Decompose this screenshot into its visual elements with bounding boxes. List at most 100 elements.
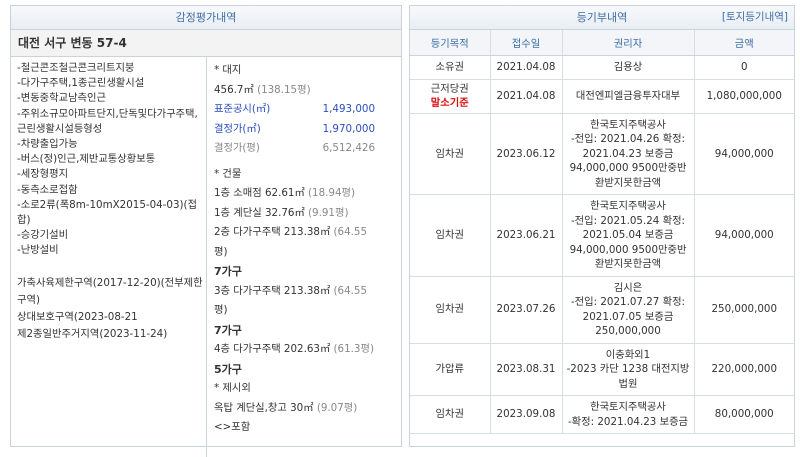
zoning-list: 가축사육제한구역(2017-12-20)(전부제한구역) 상대보호구역(2023-…: [17, 275, 206, 343]
col-amount: 금액: [694, 30, 794, 56]
land-area-value: 456.7㎡: [214, 83, 254, 96]
row-amount: 80,000,000: [694, 395, 794, 434]
decided-total-value: 6,512,426: [322, 142, 375, 154]
row-holder: 대전엔피엘금융투자대부: [562, 79, 695, 114]
col-purpose: 등기목적: [410, 30, 491, 56]
row-date: 2023.06.21: [490, 194, 563, 277]
row-amount: 94,000,000: [694, 113, 794, 195]
registry-header-row: 등기목적 접수일 권리자 금액: [410, 30, 794, 56]
floor-pyeong: (9.91평): [304, 206, 349, 219]
registry-row: 가압류 2023.08.31 이충화외1 -2023 카단 1238 대전지방법원 22…: [410, 343, 794, 396]
row-amount: 220,000,000: [694, 343, 794, 396]
floor-row: 3층 다가구주택 213.38㎡ (64.55: [214, 282, 401, 302]
property-description: -철근콘조철근콘크리트지붕 -다가구주택,1종근린생활시설 -변동중학교남측인근…: [11, 57, 207, 457]
floor-row: 1층 소매점 62.61㎡ (18.94평): [214, 184, 401, 204]
zoning-item: 제2종일반주거지역(2023-11-24): [17, 327, 168, 340]
floor-text: 평): [214, 304, 228, 316]
base-right-badge: 말소기준: [430, 97, 469, 109]
land-header: * 대지: [214, 64, 242, 76]
appraisal-title: 감정평가내역: [11, 6, 401, 30]
registry-panel: 등기부내역 [토지등기내역] 등기목적 접수일 권리자 금액 소유권 2021.0…: [409, 5, 795, 447]
floor-pyeong: (61.3평): [330, 343, 374, 355]
official-price-label: 표준공시(㎡): [214, 103, 271, 115]
extra-line-pyeong: (9.07평): [316, 401, 358, 414]
row-purpose: 임차권: [410, 113, 491, 195]
zoning-item: 가축사육제한구역(2017-12-20)(전부제한구역): [17, 276, 203, 306]
registry-row: 임차권 2023.09.08 한국토지주택공사 -확정: 2021.04.23 보증금…: [410, 395, 794, 434]
floor-row: 2층 다가구주택 213.38㎡ (64.55: [214, 223, 401, 243]
decided-price-value: 1,970,000: [322, 122, 375, 135]
registry-row: 근저당권 말소기준 2021.04.08 대전엔피엘금융투자대부 1,080,000,0…: [410, 79, 794, 114]
land-registry-link[interactable]: [토지등기내역]: [722, 6, 788, 29]
col-holder: 권리자: [562, 30, 695, 56]
row-date: 2023.09.08: [490, 395, 563, 434]
floor-row: 7가구: [214, 321, 401, 341]
floor-list: 1층 소매점 62.61㎡ (18.94평) 1층 계단실 32.76㎡ (9.9…: [214, 184, 401, 379]
valuation-details: * 대지 456.7㎡ (138.15평) 표준공시(㎡) 1,493,000 …: [208, 57, 401, 438]
floor-text: 2층 다가구주택 213.38㎡: [214, 226, 331, 238]
floor-text: 1층 소매점 62.61㎡: [214, 187, 305, 199]
row-amount: 0: [694, 55, 794, 80]
row-purpose: 임차권: [410, 395, 491, 434]
floor-text: 7가구: [214, 323, 242, 337]
registry-title: 등기부내역: [576, 11, 628, 24]
row-holder: 한국토지주택공사 -전입: 2021.05.24 확정: 2021.05.04 보…: [562, 194, 695, 277]
floor-text: 4층 다가구주택 202.63㎡: [214, 343, 331, 355]
row-purpose: 임차권: [410, 276, 491, 344]
appraisal-panel: 감정평가내역 대전 서구 변동 57-4 -철근콘조철근콘크리트지붕 -다가구주…: [10, 5, 402, 457]
building-header: * 건물: [214, 167, 242, 180]
floor-pyeong: (64.55: [330, 284, 368, 297]
row-date: 2023.06.12: [490, 113, 563, 195]
row-date: 2023.08.31: [490, 343, 563, 396]
row-purpose: 소유권: [410, 55, 491, 80]
row-holder: 김용상: [562, 55, 695, 80]
floor-text: 5가구: [214, 362, 242, 376]
floor-row: 7가구: [214, 262, 401, 282]
row-holder: 한국토지주택공사 -확정: 2021.04.23 보증금: [562, 395, 695, 434]
floor-text: 1층 계단실 32.76㎡: [214, 206, 305, 219]
row-purpose: 근저당권 말소기준: [410, 79, 491, 114]
extra-note: <>포함: [214, 421, 251, 433]
row-holder: 한국토지주택공사 -전입: 2021.04.26 확정: 2021.04.23 보…: [562, 113, 695, 195]
property-address: 대전 서구 변동 57-4: [11, 30, 401, 57]
decided-total-label: 결정가(평): [214, 142, 260, 154]
floor-row: 평): [214, 243, 401, 263]
row-amount: 1,080,000,000: [694, 79, 794, 114]
row-date: 2023.07.26: [490, 276, 563, 344]
floor-row: 5가구: [214, 360, 401, 380]
row-purpose: 가압류: [410, 343, 491, 396]
registry-row: 임차권 2023.07.26 김시은 -전입: 2021.07.27 확정: 2021…: [410, 276, 794, 344]
registry-header: 등기부내역 [토지등기내역]: [410, 6, 794, 30]
registry-row: 임차권 2023.06.12 한국토지주택공사 -전입: 2021.04.26 확정:…: [410, 113, 794, 195]
decided-total-row: 결정가(평) 6,512,426: [214, 139, 401, 159]
official-price-value: 1,493,000: [322, 103, 375, 115]
floor-text: 평): [214, 245, 228, 258]
floor-row: 1층 계단실 32.76㎡ (9.91평): [214, 204, 401, 224]
extra-header: * 제시외: [214, 382, 251, 394]
row-holder: 김시은 -전입: 2021.07.27 확정: 2021.07.05 보증금 25…: [562, 276, 695, 344]
registry-row: 소유권 2021.04.08 김용상 0: [410, 55, 794, 80]
decided-price-row: 결정가(㎡) 1,970,000: [214, 120, 401, 140]
row-date: 2021.04.08: [490, 55, 563, 80]
floor-row: 평): [214, 301, 401, 321]
features-text: -철근콘조철근콘크리트지붕 -다가구주택,1종근린생활시설 -변동중학교남측인근…: [17, 62, 198, 257]
row-holder: 이충화외1 -2023 카단 1238 대전지방법원: [562, 343, 695, 396]
floor-text: 3층 다가구주택 213.38㎡: [214, 284, 331, 297]
floor-pyeong: (64.55: [330, 226, 368, 238]
col-date: 접수일: [490, 30, 563, 56]
floor-pyeong: (18.94평): [304, 187, 356, 199]
land-area-pyeong: (138.15평): [257, 83, 311, 96]
floor-text: 7가구: [214, 265, 242, 278]
floor-row: 4층 다가구주택 202.63㎡ (61.3평): [214, 340, 401, 360]
row-amount: 250,000,000: [694, 276, 794, 344]
row-date: 2021.04.08: [490, 79, 563, 114]
decided-price-label: 결정가(㎡): [214, 122, 261, 135]
extra-line: 옥탑 계단실,창고 30㎡ (9.07평): [214, 399, 401, 419]
extra-line-text: 옥탑 계단실,창고 30㎡: [214, 401, 314, 414]
land-area: 456.7㎡ (138.15평): [214, 81, 401, 101]
row-amount: 94,000,000: [694, 194, 794, 277]
registry-table: 등기목적 접수일 권리자 금액 소유권 2021.04.08 김용상 0 근저당권 말소기…: [410, 30, 794, 434]
registry-row: 임차권 2023.06.21 한국토지주택공사 -전입: 2021.05.24 확정:…: [410, 194, 794, 277]
row-purpose: 임차권: [410, 194, 491, 277]
official-price-row: 표준공시(㎡) 1,493,000: [214, 100, 401, 120]
